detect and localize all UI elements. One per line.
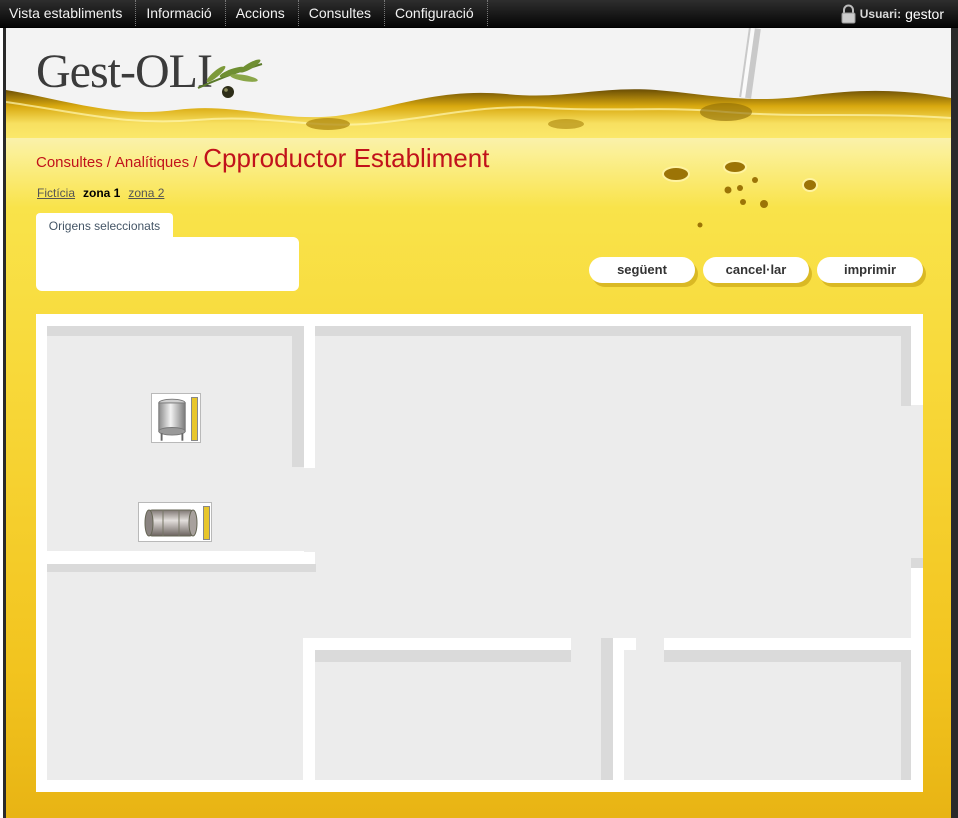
zone-2-link[interactable]: zona 2 (128, 186, 164, 200)
menu-informacio[interactable]: Informació (136, 0, 226, 26)
tank-item[interactable] (151, 393, 201, 443)
user-label: Usuari: (859, 7, 902, 21)
menu-configuracio[interactable]: Configuració (385, 0, 488, 26)
zone-tabs: Fictícia zona 1 zona 2 (37, 186, 164, 200)
print-button[interactable]: imprimir (817, 257, 923, 283)
breadcrumb: Consultes / Analítiques / Cpproductor Es… (36, 143, 489, 174)
user-name[interactable]: gestor (905, 6, 944, 22)
zone-ficticia-link[interactable]: Fictícia (37, 186, 75, 200)
tank-level-gauge (203, 506, 210, 540)
vertical-tank-icon (158, 398, 186, 441)
menu-vista-establiments[interactable]: Vista establiments (0, 0, 137, 26)
app-logo: Gest-OLI (36, 45, 213, 98)
oil-droplets (662, 160, 818, 228)
olive-branch-icon (197, 59, 263, 98)
origins-tab[interactable]: Origens seleccionats (36, 213, 173, 239)
origins-panel (36, 237, 299, 291)
menu-accions[interactable]: Accions (226, 0, 299, 26)
next-button[interactable]: següent (589, 257, 695, 283)
page-title: Cpproductor Establiment (203, 143, 490, 173)
room (624, 650, 911, 780)
horizontal-tank-icon (144, 509, 198, 537)
zone-1-link[interactable]: zona 1 (83, 186, 120, 200)
room (315, 650, 613, 780)
tank-level-fill (204, 507, 209, 539)
tank-level-fill (192, 398, 197, 440)
floor-plan (36, 314, 923, 792)
breadcrumb-analitiques[interactable]: Analítiques (115, 154, 189, 171)
top-nav-bar: Vista establiments Informació Accions Co… (0, 0, 958, 28)
menu-consultes[interactable]: Consultes (299, 0, 386, 26)
tank-item[interactable] (138, 502, 212, 542)
user-info: Usuari: gestor (841, 0, 944, 28)
cancel-button[interactable]: cancel·lar (703, 257, 809, 283)
main-menu: Vista establiments Informació Accions Co… (0, 0, 488, 28)
lock-icon (841, 4, 856, 24)
tank-level-gauge (191, 397, 198, 441)
breadcrumb-separator: / (106, 154, 111, 171)
room (47, 564, 303, 780)
corridor (315, 326, 911, 638)
breadcrumb-consultes[interactable]: Consultes (36, 154, 103, 171)
breadcrumb-separator: / (193, 154, 198, 171)
